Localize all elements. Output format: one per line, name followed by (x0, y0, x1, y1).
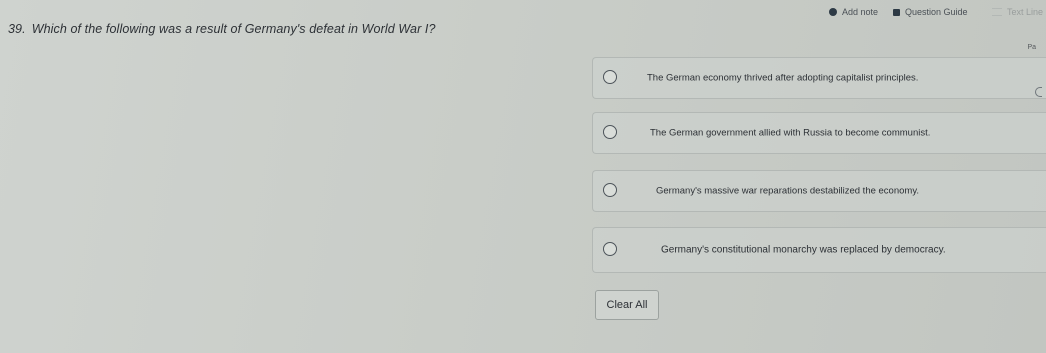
note-icon (829, 8, 837, 16)
choice-label: Germany's constitutional monarchy was re… (661, 244, 946, 256)
clear-all-button[interactable]: Clear All (595, 290, 659, 320)
add-note-button[interactable]: Add note (829, 7, 878, 17)
guide-icon (893, 8, 900, 16)
lines-icon (992, 8, 1002, 16)
choice-label: The German government allied with Russia… (650, 127, 931, 139)
radio-button[interactable] (603, 242, 617, 256)
question-guide-label: Question Guide (905, 7, 968, 17)
answer-choice-d[interactable]: Germany's constitutional monarchy was re… (592, 227, 1046, 273)
answer-choice-a[interactable]: The German economy thrived after adoptin… (592, 57, 1046, 99)
radio-button[interactable] (603, 70, 617, 84)
question-stem: 39. Which of the following was a result o… (8, 22, 436, 36)
line-reader-label: Text Line (1007, 7, 1044, 17)
line-reader-button[interactable]: Text Line (992, 7, 1043, 17)
answer-choice-c[interactable]: Germany's massive war reparations destab… (592, 170, 1046, 212)
question-guide-button[interactable]: Question Guide (893, 7, 968, 17)
question-text: Which of the following was a result of G… (31, 22, 436, 36)
choice-label: The German economy thrived after adoptin… (647, 72, 919, 84)
add-note-label: Add note (842, 7, 879, 17)
choice-label: Germany's massive war reparations destab… (656, 185, 920, 197)
question-number: 39. (8, 22, 26, 36)
radio-button[interactable] (603, 125, 617, 139)
radio-button[interactable] (603, 183, 617, 197)
scroll-indicator-icon (1035, 87, 1042, 97)
side-flag-text: Pa (1027, 44, 1036, 51)
answer-choice-b[interactable]: The German government allied with Russia… (592, 112, 1046, 154)
